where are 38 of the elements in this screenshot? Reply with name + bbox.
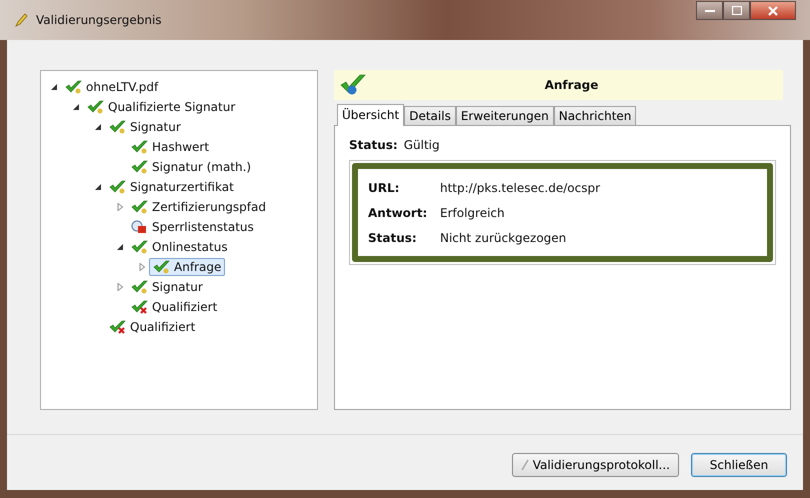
tree-item[interactable]: Signatur [127, 278, 207, 296]
close-button[interactable] [750, 1, 796, 20]
tree-item[interactable]: Zertifizierungspfad [127, 198, 270, 216]
minimize-button[interactable] [696, 1, 723, 20]
field-value: Erfolgreich [440, 206, 505, 220]
tab[interactable]: Erweiterungen [456, 106, 554, 125]
field-label: Status: [368, 230, 418, 244]
window-title: Validierungsergebnis [36, 13, 162, 27]
field-label: URL: [368, 180, 400, 194]
maximize-icon [732, 6, 742, 15]
field-value: http://pks.telesec.de/ocspr [440, 180, 600, 194]
close-icon [768, 6, 778, 16]
pen-icon [14, 13, 28, 27]
tree-item[interactable]: Signaturzertifikat [105, 178, 238, 196]
maximize-button[interactable] [723, 1, 750, 20]
status-value: Gültig [404, 138, 440, 152]
tree-item[interactable]: Signatur (math.) [127, 158, 256, 176]
tree-item[interactable]: Qualifiziert [105, 318, 200, 336]
minimize-icon [704, 8, 714, 12]
tab[interactable]: Nachrichten [554, 106, 636, 125]
protocol-button[interactable]: Validierungsprotokoll... [512, 453, 679, 477]
close-dialog-button[interactable]: Schließen [691, 453, 787, 477]
tree-item[interactable]: Onlinestatus [127, 238, 232, 256]
tab[interactable]: Details [404, 106, 456, 125]
tree-item[interactable]: Anfrage [149, 258, 226, 276]
status-label: Status: [349, 138, 398, 152]
field-label: Antwort: [368, 206, 428, 220]
tree-item[interactable]: Qualifiziert [127, 298, 222, 316]
tree-item[interactable]: ohneLTV.pdf [61, 78, 162, 96]
tree-item[interactable]: Qualifizierte Signatur [83, 98, 240, 116]
checkmark-icon [340, 74, 366, 96]
slash-icon [520, 459, 529, 471]
tree-item[interactable]: Signatur [105, 118, 185, 136]
tree-item[interactable]: Hashwert [127, 138, 214, 156]
detail-title: Anfrage [544, 78, 600, 92]
field-value: Nicht zurückgezogen [440, 230, 566, 244]
tab[interactable]: Übersicht [337, 104, 404, 126]
tree-item[interactable]: Sperrlistenstatus [127, 218, 258, 236]
